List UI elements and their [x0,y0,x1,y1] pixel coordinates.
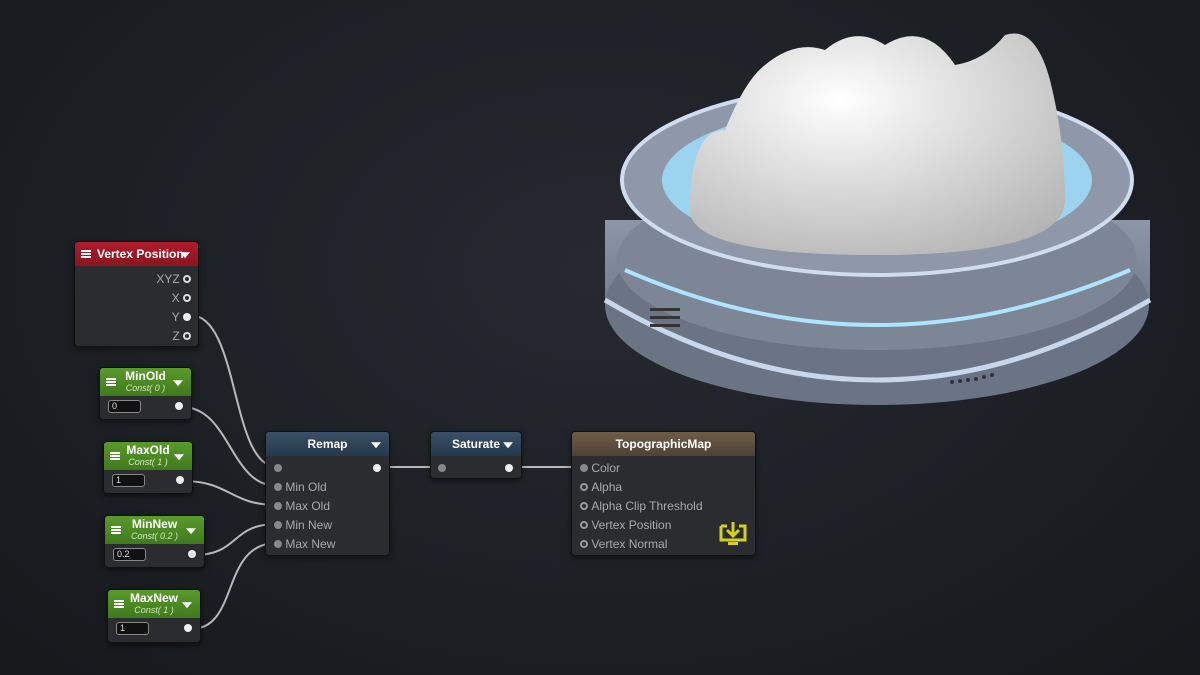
topographic-map-output-node[interactable]: TopographicMap Color Alpha Alpha Clip Th… [571,431,756,556]
port-label: Y [171,309,180,324]
input-port-max-old[interactable]: Max Old [266,496,389,515]
input-port-min-old[interactable]: Min Old [266,477,389,496]
port-label: Max New [285,536,336,551]
port-label: Color [591,460,621,475]
input-port-color[interactable]: Color [572,458,755,477]
output-port[interactable] [176,475,184,484]
vertex-position-node[interactable]: Vertex Position XYZ X Y Z [74,241,199,347]
port-icon[interactable] [274,463,282,472]
port-label: Vertex Position [591,517,672,532]
node-title: MinNew [131,517,178,531]
node-header[interactable]: MaxNew Const( 1 ) [108,590,200,618]
port-icon[interactable] [274,482,282,491]
menu-icon[interactable] [111,526,121,534]
output-port[interactable] [188,549,196,558]
min-old-node[interactable]: MinOld Const( 0 ) 0 [99,367,192,420]
menu-icon[interactable] [114,600,124,608]
output-port[interactable] [175,401,183,410]
port-icon[interactable] [183,331,191,340]
port-icon[interactable] [580,501,588,510]
node-header[interactable]: Remap [266,432,389,456]
node-title: Remap [307,437,348,451]
input-port-alpha-clip-threshold[interactable]: Alpha Clip Threshold [572,496,755,515]
node-title: MaxNew [129,591,179,605]
port-label: Max Old [285,498,331,513]
input-port-min-new[interactable]: Min New [266,515,389,534]
value-input[interactable]: 0 [108,400,141,413]
max-new-node[interactable]: MaxNew Const( 1 ) 1 [107,589,201,643]
dropdown-arrow-icon[interactable] [180,252,190,259]
dropdown-arrow-icon[interactable] [186,528,196,535]
node-subtitle: Const( 0.2 ) [130,531,179,541]
node-subtitle: Const( 1 ) [134,605,174,615]
menu-icon[interactable] [110,452,120,460]
output-port-z[interactable]: Z [75,326,198,345]
max-old-node[interactable]: MaxOld Const( 1 ) 1 [103,441,193,494]
node-header[interactable]: Vertex Position [75,242,198,266]
node-header[interactable]: MinOld Const( 0 ) [100,368,191,396]
port-label: Vertex Normal [591,536,668,551]
port-icon[interactable] [580,463,588,472]
node-header[interactable]: MinNew Const( 0.2 ) [105,516,204,544]
remap-node[interactable]: Remap Min Old Max Old Min New Max New [265,431,390,556]
dropdown-arrow-icon[interactable] [503,442,513,449]
port-label: Alpha [591,479,623,494]
input-port[interactable] [438,463,446,472]
output-port[interactable] [184,623,192,632]
port-icon[interactable] [580,539,588,548]
output-port[interactable] [505,463,513,472]
input-port-value[interactable] [266,458,389,477]
port-icon[interactable] [183,274,191,283]
port-label: XYZ [156,271,180,286]
port-icon[interactable] [274,501,282,510]
wire-minold-to-remap [181,406,278,487]
port-label: X [171,290,180,305]
input-port-alpha[interactable]: Alpha [572,477,755,496]
node-subtitle: Const( 0 ) [125,383,166,393]
dropdown-arrow-icon[interactable] [371,442,381,449]
min-new-node[interactable]: MinNew Const( 0.2 ) 0.2 [104,515,205,568]
output-port[interactable] [373,463,381,472]
port-label: Z [172,328,180,343]
menu-icon[interactable] [106,378,116,386]
port-label: Min Old [285,479,327,494]
value-row: 1 [108,618,200,637]
port-icon[interactable] [580,482,588,491]
value-row: 1 [104,470,192,489]
output-port-xyz[interactable]: XYZ [75,269,198,288]
port-icon[interactable] [274,539,282,548]
saturate-node[interactable]: Saturate [430,431,522,479]
value-input[interactable]: 1 [116,622,149,635]
dropdown-arrow-icon[interactable] [182,602,192,609]
value-input[interactable]: 1 [112,474,145,487]
port-icon[interactable] [183,293,191,302]
input-port-max-new[interactable]: Max New [266,534,389,553]
port-icon[interactable] [183,312,191,321]
port-label: Alpha Clip Threshold [591,498,703,513]
port-row [431,458,521,477]
node-title: MinOld [125,369,166,383]
node-title: TopographicMap [615,437,712,451]
node-title: Saturate [451,437,501,451]
node-header[interactable]: Saturate [431,432,521,456]
node-title: Vertex Position [97,247,184,261]
value-row: 0.2 [105,544,204,563]
port-icon[interactable] [580,520,588,529]
port-icon[interactable] [274,520,282,529]
output-port-x[interactable]: X [75,288,198,307]
wire-y-to-remap [189,314,278,468]
node-header[interactable]: TopographicMap [572,432,755,456]
port-label: Min New [285,517,333,532]
node-title: MaxOld [126,443,170,457]
output-port-y[interactable]: Y [75,307,198,326]
dropdown-arrow-icon[interactable] [173,380,183,387]
node-subtitle: Const( 1 ) [128,457,168,467]
wire-maxold-to-remap [182,480,278,506]
dropdown-arrow-icon[interactable] [174,454,184,461]
value-row: 0 [100,396,191,415]
menu-icon[interactable] [81,250,91,258]
output-download-icon[interactable] [718,521,748,547]
value-input[interactable]: 0.2 [113,548,146,561]
node-header[interactable]: MaxOld Const( 1 ) [104,442,192,470]
